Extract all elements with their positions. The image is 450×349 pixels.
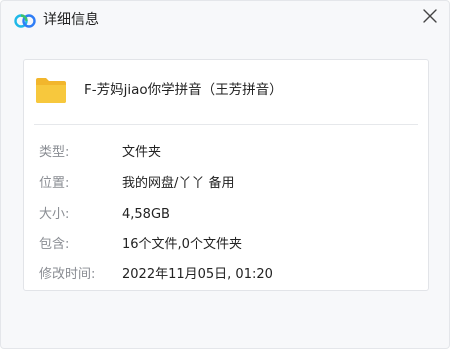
property-row-location: 位置: 我的网盘/丫丫 备用 <box>24 173 428 197</box>
file-name: F-芳妈jiao你学拼音（王芳拼音） <box>84 82 283 98</box>
property-label: 位置: <box>39 176 70 191</box>
file-details-dialog: 详细信息 F-芳妈jiao你学拼音（王芳拼音） 类型: 文件夹 位置: 我的网盘… <box>0 0 450 349</box>
dialog-title: 详细信息 <box>43 12 99 28</box>
property-label: 类型: <box>39 145 70 160</box>
close-icon[interactable] <box>418 4 442 28</box>
folder-icon <box>36 78 66 103</box>
property-label: 修改时间: <box>39 267 96 282</box>
title-bar: 详细信息 <box>1 1 449 41</box>
file-header: F-芳妈jiao你学拼音（王芳拼音） <box>24 60 428 124</box>
property-value: 4,58GB <box>122 207 170 222</box>
property-label: 大小: <box>39 207 70 222</box>
property-row-contains: 包含: 16个文件,0个文件夹 <box>24 234 428 258</box>
property-row-modified: 修改时间: 2022年11月05日, 01:20 <box>24 264 428 288</box>
property-row-size: 大小: 4,58GB <box>24 204 428 228</box>
property-row-type: 类型: 文件夹 <box>24 142 428 166</box>
details-panel: F-芳妈jiao你学拼音（王芳拼音） 类型: 文件夹 位置: 我的网盘/丫丫 备… <box>23 59 429 291</box>
property-value: 文件夹 <box>122 145 162 160</box>
divider <box>34 124 418 125</box>
property-value: 我的网盘/丫丫 备用 <box>122 176 235 191</box>
property-value: 16个文件,0个文件夹 <box>122 237 242 252</box>
property-value: 2022年11月05日, 01:20 <box>122 267 273 282</box>
baidu-netdisk-cloud-icon <box>14 14 36 28</box>
property-label: 包含: <box>39 237 70 252</box>
